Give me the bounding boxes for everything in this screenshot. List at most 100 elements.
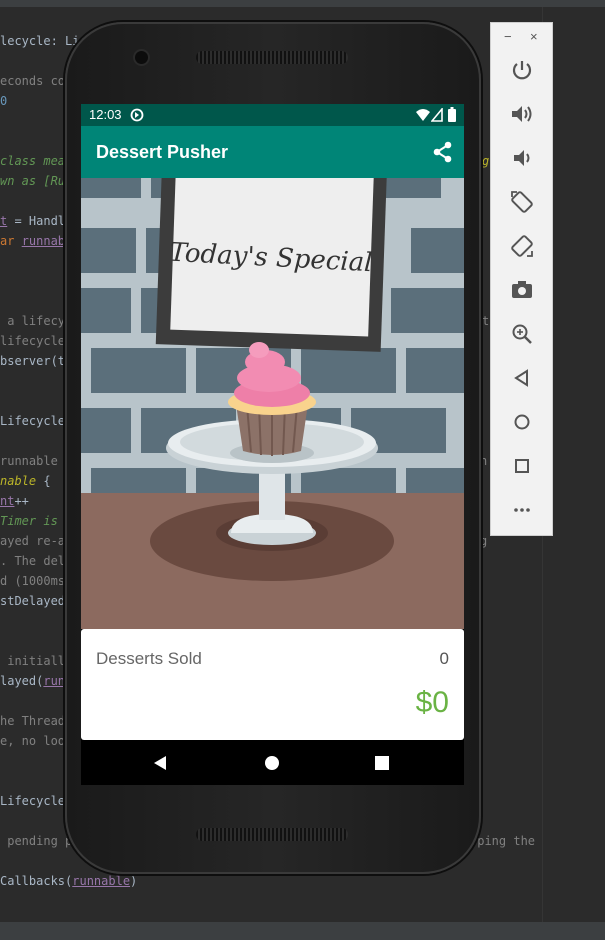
code-token: a lifecyc [0,314,73,328]
code-line[interactable]: . The dela [0,554,72,568]
code-token: Timer is a [0,514,73,528]
wifi-icon [416,109,430,121]
code-token: ++ [14,494,29,508]
code-line-fragment: t [482,314,490,328]
code-token: ) [130,874,138,888]
code-line[interactable]: runnable a [0,454,72,468]
overview-icon[interactable] [509,453,535,479]
code-line[interactable]: Callbacks(runnable) [0,874,137,888]
revenue-value: $0 [415,686,449,719]
code-line[interactable]: wn as [Rur [0,174,72,188]
dessert-scene: Today's Special [81,144,464,629]
code-line[interactable]: ayed re-ac [0,534,72,548]
rotate-right-icon[interactable] [509,233,535,259]
code-token: d (1000ms) [0,574,73,588]
code-line[interactable]: he Thread [0,714,65,728]
status-bar: 12:03 [81,104,464,126]
code-line[interactable]: e, no loop [0,734,72,748]
code-token: stDelayed( [0,594,73,608]
code-token: e, no loop [0,734,73,748]
code-line-fragment: pping the [470,834,536,848]
code-token: runnable [72,874,131,888]
code-token: ar [0,234,22,248]
home-icon[interactable] [260,751,284,775]
top-speaker [196,51,348,64]
code-line[interactable]: layed(runn [0,674,72,688]
desserts-sold-label: Desserts Sold [96,649,202,668]
code-line[interactable]: nt++ [0,494,29,508]
code-line[interactable]: a lifecyc [0,314,72,328]
code-token: 0 [0,94,8,108]
camera-icon[interactable] [509,277,535,303]
ide-status-strip [0,922,605,940]
code-line[interactable]: d (1000ms) [0,574,72,588]
status-time: 12:03 [89,107,122,122]
code-line[interactable]: lifecycle [0,334,65,348]
code-line-fragment: n [480,454,488,468]
app-title: Dessert Pusher [96,142,229,162]
code-token: . The dela [0,554,73,568]
code-token: bserver(th [0,354,73,368]
ide-top-strip [0,0,605,7]
minimize-button[interactable]: − [504,29,512,44]
code-token: pending po [0,834,80,848]
close-button[interactable]: × [530,29,538,44]
code-line-fragment: g [480,534,488,548]
code-line[interactable]: 0 [0,94,7,108]
rotate-left-icon[interactable] [509,189,535,215]
share-icon[interactable] [429,138,457,166]
code-token: lifecycle [0,334,66,348]
code-line[interactable]: econds cou [0,74,72,88]
desserts-sold-value: 0 [439,649,449,668]
dessert-illustration: Today's Special [81,144,464,629]
code-token: runnable a [0,454,73,468]
code-line[interactable]: pending po [0,834,79,848]
sync-notification-icon [130,108,144,122]
home-icon[interactable] [509,409,535,435]
sales-card: Desserts Sold 0 $0 [81,629,464,740]
app-bar: Dessert Pusher [81,126,464,178]
front-camera [135,51,148,64]
emulator-toolbar: − × [490,22,553,536]
code-token: layed( [0,674,44,688]
code-line[interactable]: ar runnabl [0,234,72,248]
code-line-fragment: g [482,154,490,168]
code-line[interactable]: lecycle: Lif [0,34,87,48]
code-token: Lifecycle. [0,794,73,808]
code-line[interactable]: Lifecycle. [0,414,72,428]
code-token: class mear [0,154,73,168]
code-line[interactable]: stDelayed( [0,594,72,608]
volume-down-icon[interactable] [509,145,535,171]
power-icon[interactable] [509,57,535,83]
code-line[interactable]: bserver(th [0,354,72,368]
code-token: Lifecycle. [0,414,73,428]
code-token: Callbacks( [0,874,73,888]
code-token: lecycle: Lif [0,34,87,48]
navigation-bar [81,740,464,785]
device-screen: 12:03 Dessert Pusher Today's Special Des… [81,104,464,785]
zoom-icon[interactable] [509,321,535,347]
code-token: = Handle [7,214,73,228]
code-token: ayed re-ac [0,534,73,548]
code-line[interactable]: nable { [0,474,51,488]
code-line[interactable]: class mear [0,154,72,168]
battery-icon [448,107,456,122]
bottom-speaker [196,828,348,841]
back-icon[interactable] [148,751,172,775]
overview-icon[interactable] [370,751,394,775]
code-token: { [36,474,51,488]
code-line[interactable]: Timer is a [0,514,72,528]
volume-up-icon[interactable] [509,101,535,127]
code-token: econds cou [0,74,73,88]
code-line[interactable]: t = Handle [0,214,72,228]
code-token: he Thread [0,714,66,728]
code-token: initiall [0,654,66,668]
signal-icon [431,108,443,122]
code-token: nable [0,474,37,488]
code-line[interactable]: Lifecycle. [0,794,72,808]
code-line[interactable]: initiall [0,654,65,668]
more-icon[interactable] [509,497,535,523]
back-icon[interactable] [509,365,535,391]
code-token: wn as [Rur [0,174,73,188]
code-token: nt [0,494,15,508]
